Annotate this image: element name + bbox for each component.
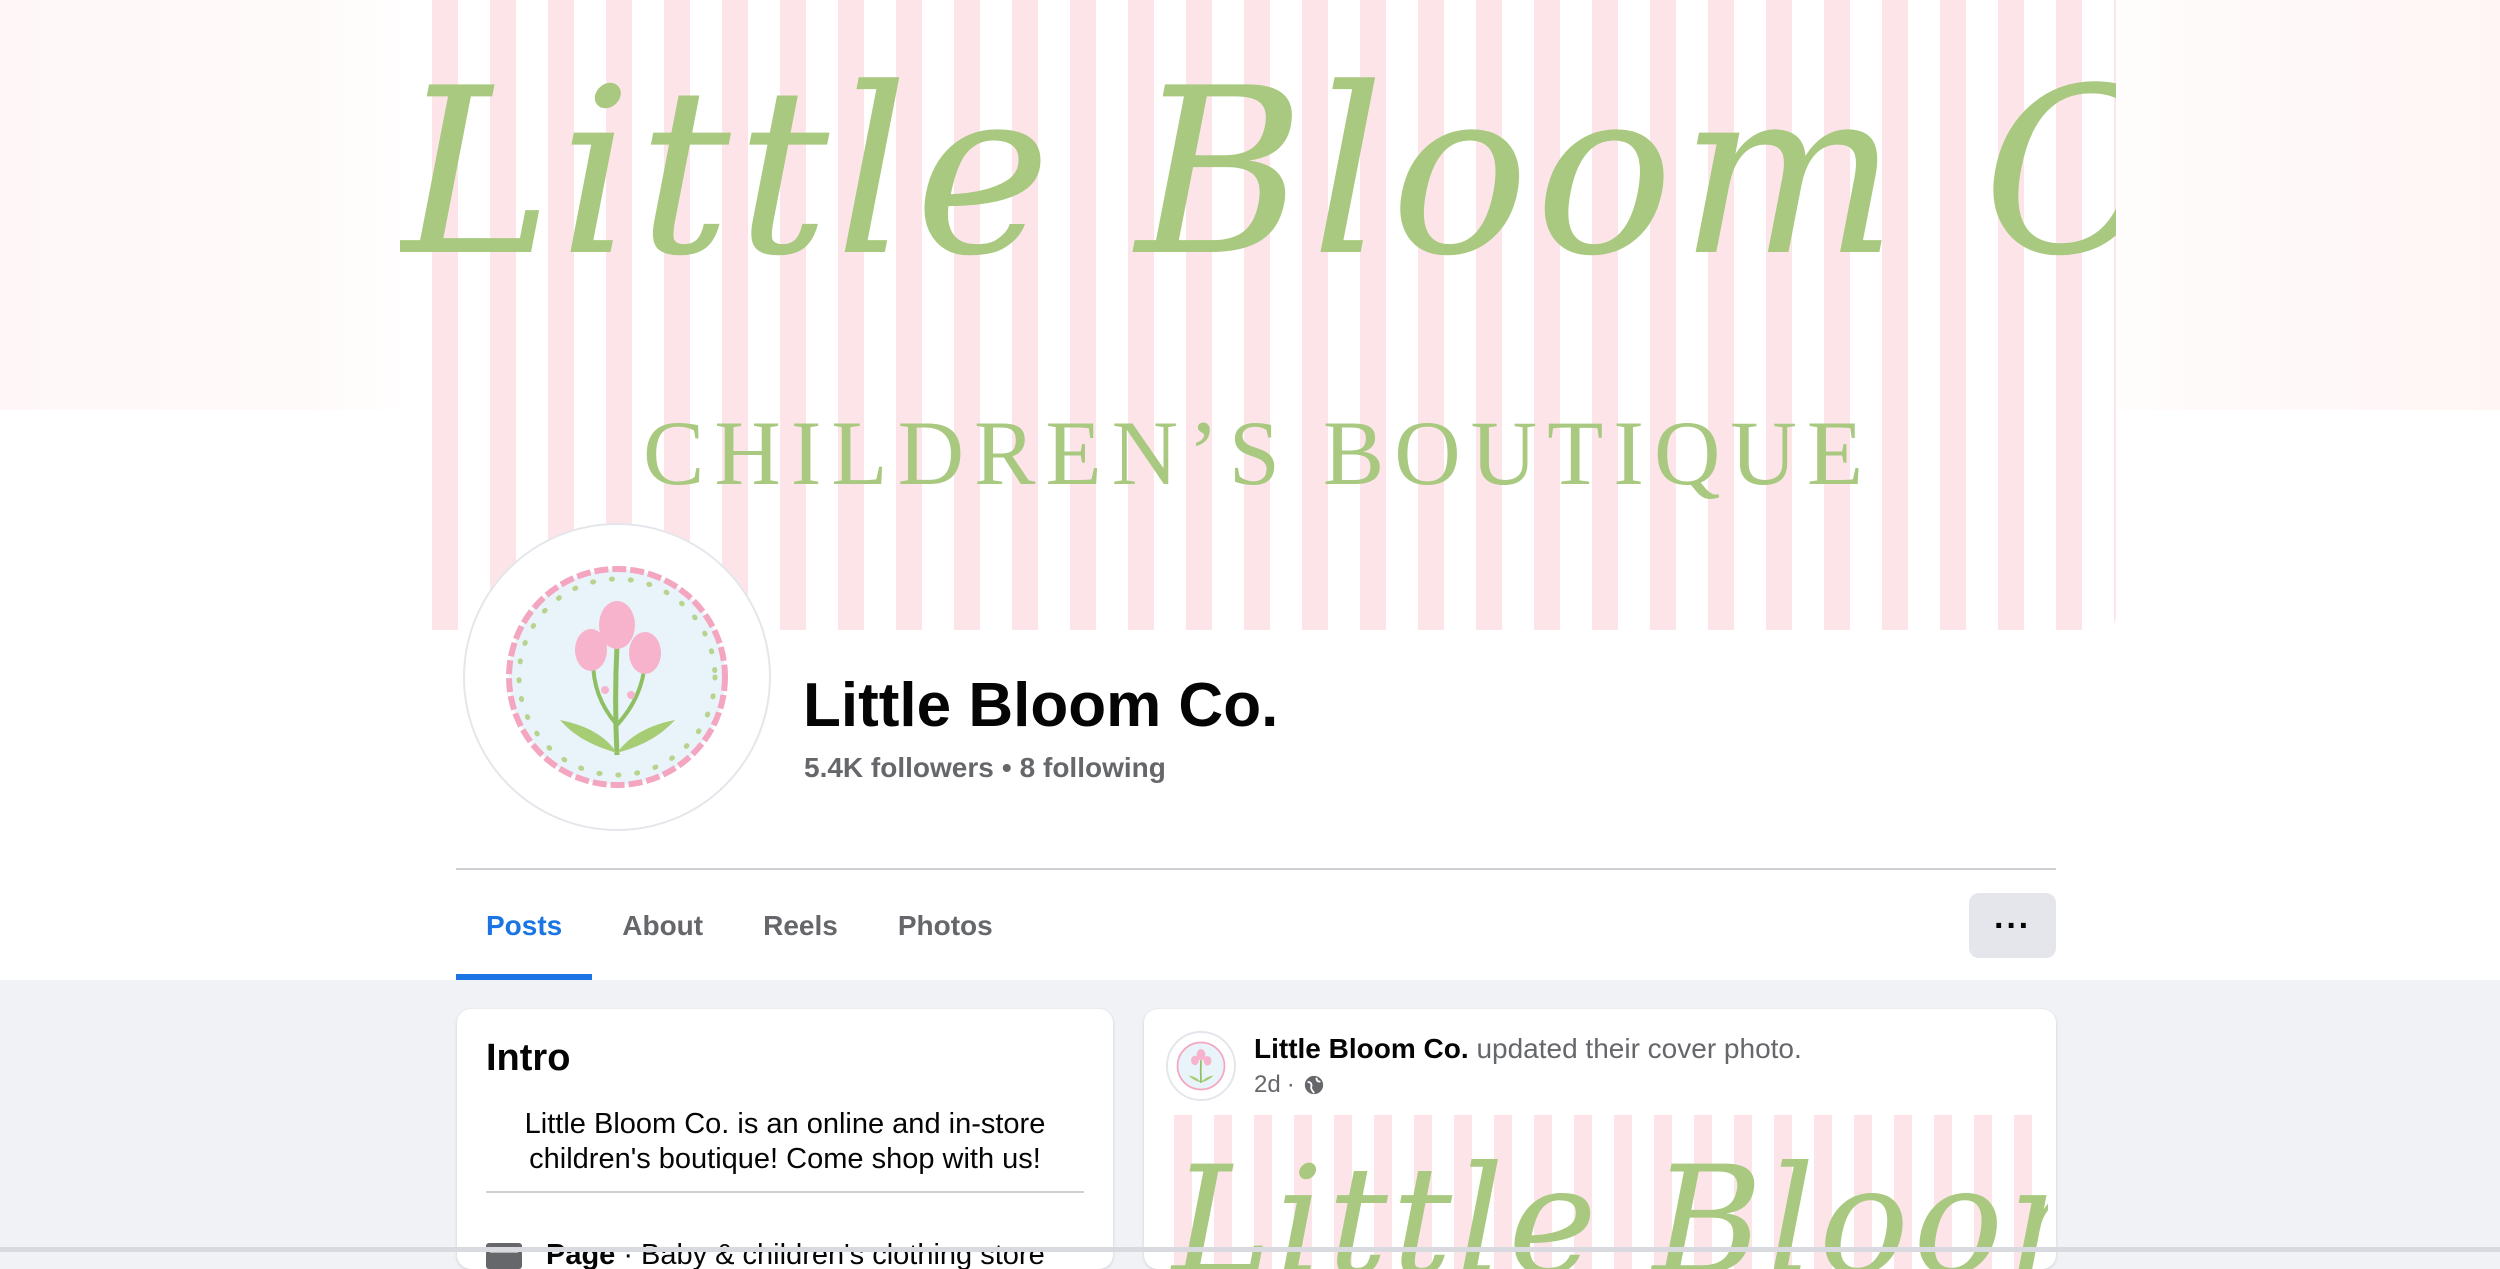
post-author-name[interactable]: Little Bloom Co.	[1254, 1033, 1469, 1064]
category-value: Baby & children's clothing store	[641, 1239, 1045, 1269]
page-title: Little Bloom Co.	[803, 671, 1279, 740]
cover-logo-script: Little Bloom Co.	[400, 40, 2116, 307]
cover-logo-subtitle: CHILDREN’S BOUTIQUE	[642, 402, 1874, 504]
profile-tabs: Posts About Reels Photos	[456, 872, 1023, 980]
post-timestamp[interactable]: 2d	[1254, 1071, 1281, 1099]
meta-separator: ·	[1286, 1071, 1295, 1098]
more-options-button[interactable]: ···	[1969, 893, 2056, 958]
tab-posts[interactable]: Posts	[456, 872, 593, 980]
profile-avatar[interactable]	[463, 523, 771, 831]
category-label: Page	[546, 1239, 616, 1269]
follow-stats: 5.4K followers • 8 following	[804, 752, 1166, 784]
post-card: Little Bloom Co. updated their cover pho…	[1144, 1009, 2056, 1269]
more-horizontal-icon: ···	[1994, 906, 2031, 945]
intro-card: Intro Little Bloom Co. is an online and …	[457, 1009, 1113, 1269]
following-link[interactable]: 8 following	[1020, 752, 1166, 783]
post-action-text: updated their cover photo.	[1476, 1033, 1802, 1064]
post-meta: 2d ·	[1254, 1071, 1325, 1099]
intro-bio: Little Bloom Co. is an online and in-sto…	[524, 1108, 1046, 1175]
tab-reels[interactable]: Reels	[733, 872, 868, 980]
post-header: Little Bloom Co. updated their cover pho…	[1254, 1033, 1802, 1065]
globe-icon	[1304, 1075, 1323, 1095]
tab-photos[interactable]: Photos	[868, 872, 1023, 980]
tulip-logo-icon	[506, 566, 728, 788]
followers-link[interactable]: 5.4K followers	[804, 752, 994, 783]
post-author-avatar[interactable]	[1166, 1031, 1236, 1101]
profile-header: Little Bloom Co. CHILDREN’S BOUTIQUE Lit…	[0, 0, 2500, 980]
tab-about[interactable]: About	[592, 872, 733, 980]
stats-separator: •	[1001, 752, 1012, 783]
header-divider	[456, 868, 2056, 870]
tulip-logo-icon	[1176, 1041, 1226, 1091]
category-separator: ·	[623, 1239, 633, 1269]
post-image[interactable]: Little Bloom Co.	[1152, 1115, 2048, 1269]
intro-title: Intro	[486, 1037, 571, 1079]
intro-category: Page · Baby & children's clothing store	[486, 1239, 1045, 1269]
intro-divider	[486, 1191, 1084, 1193]
viewport-bottom-edge	[0, 1247, 2500, 1252]
